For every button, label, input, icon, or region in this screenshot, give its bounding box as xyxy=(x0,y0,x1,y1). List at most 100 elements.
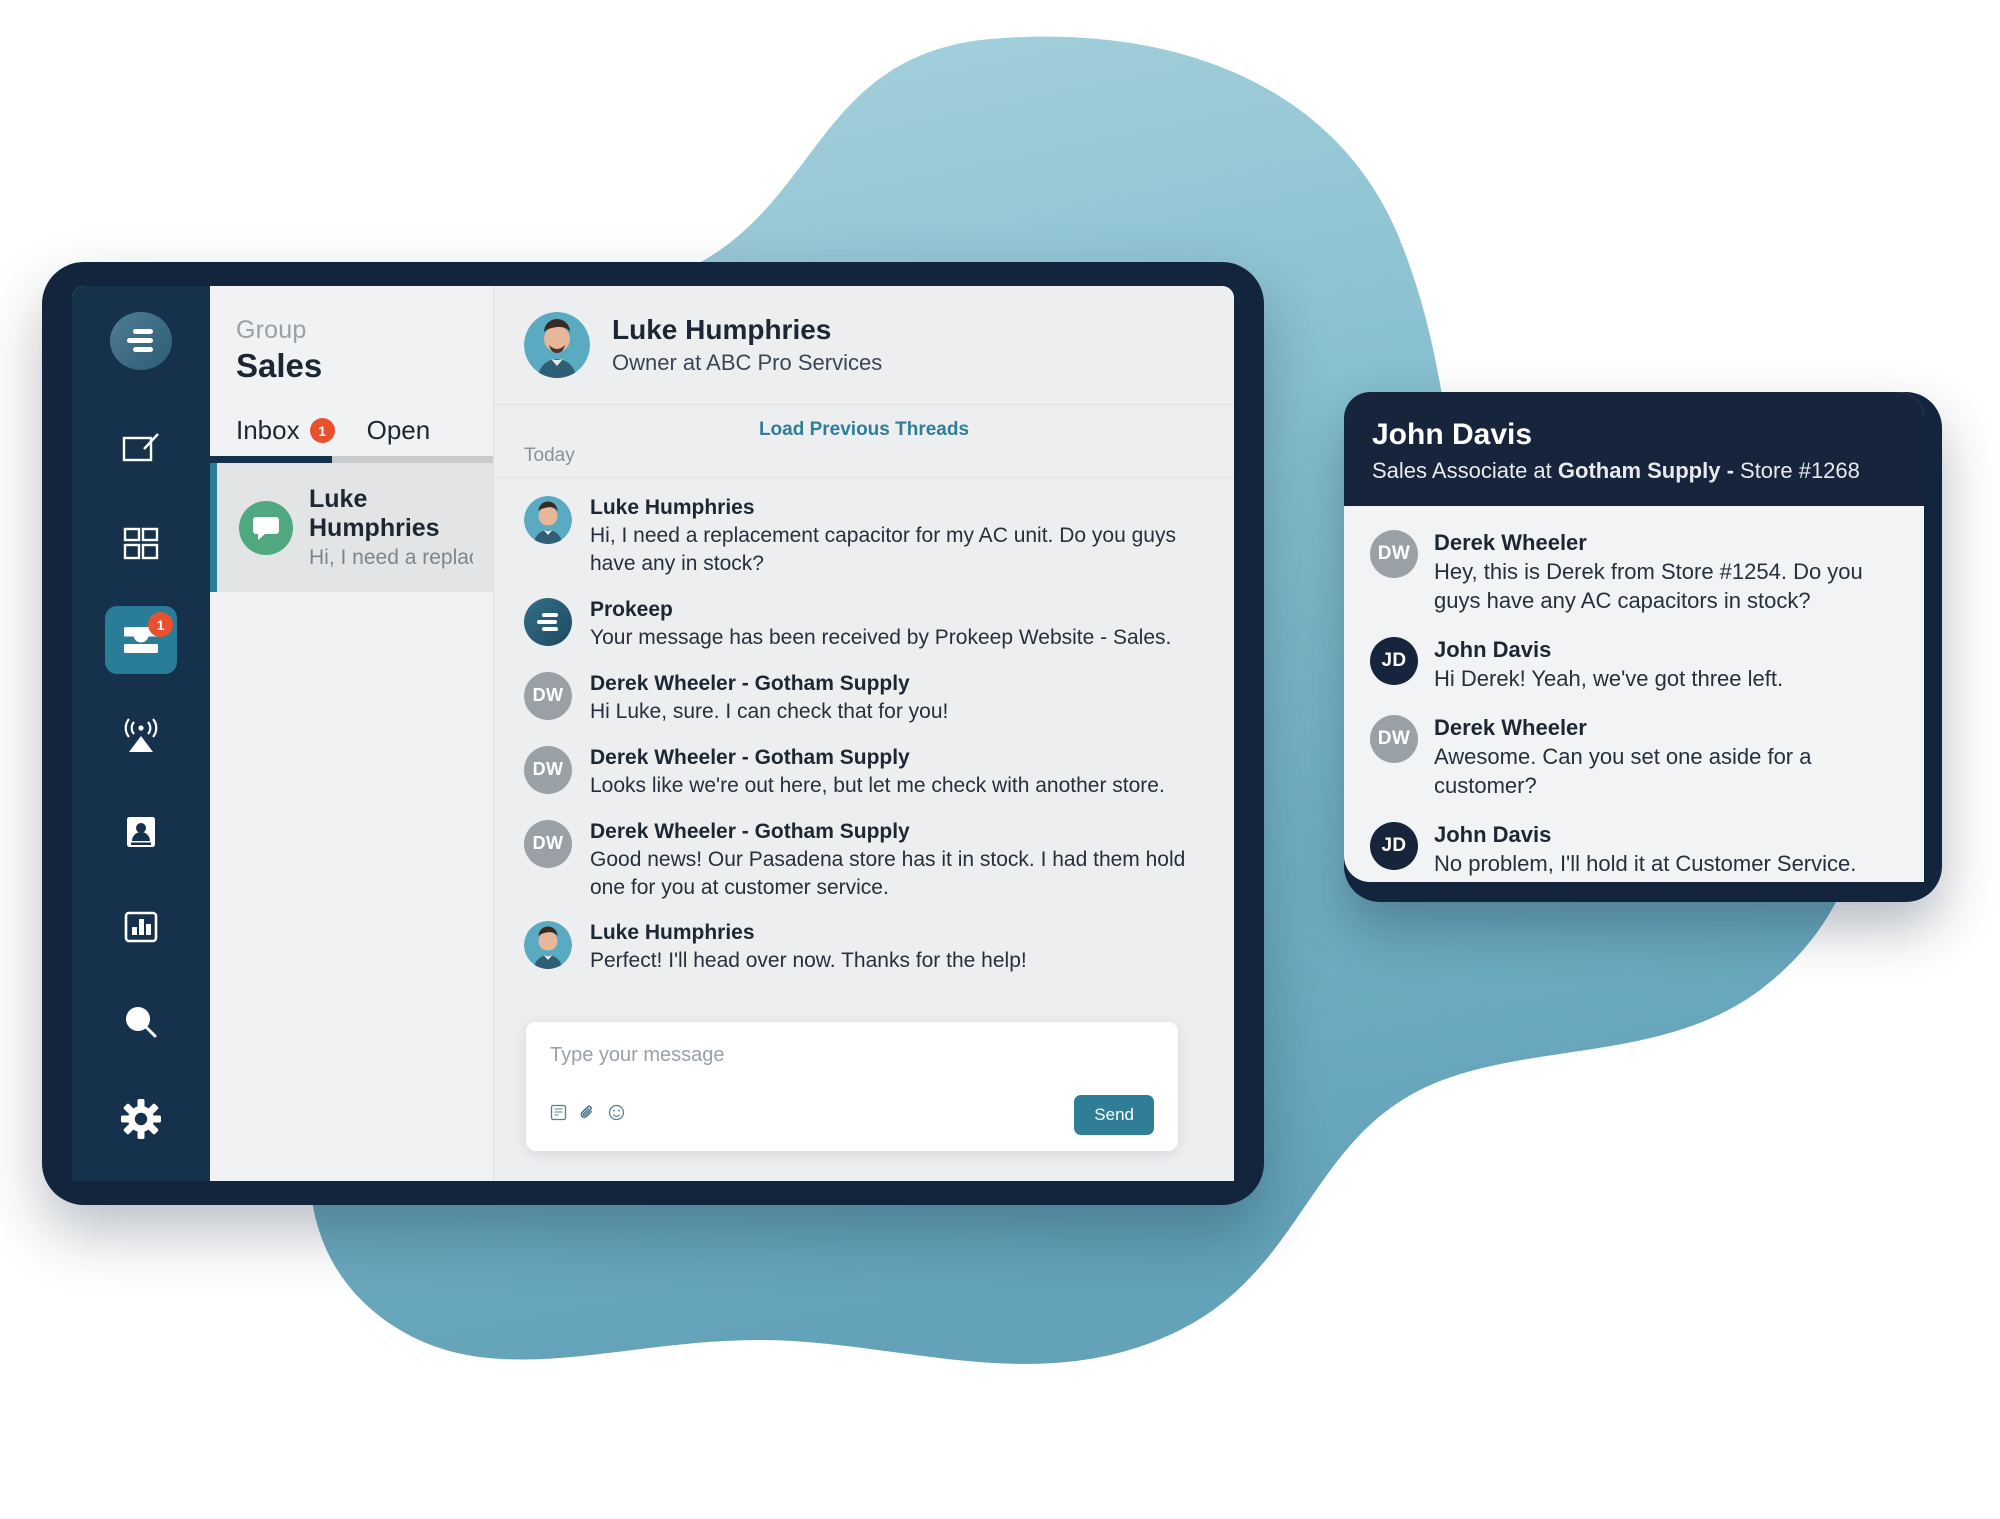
message-input-placeholder[interactable]: Type your message xyxy=(550,1044,1154,1067)
phone-input-bar: Type your message xyxy=(1344,878,1924,882)
message-author: John Davis xyxy=(1434,637,1552,663)
thread-header-text: Luke Humphries Owner at ABC Pro Services xyxy=(612,314,882,376)
avatar-initials: JD xyxy=(1370,637,1418,686)
phone-role-suffix: Store #1268 xyxy=(1740,458,1860,483)
message-body: John Davis Hi Derek! Yeah, we've got thr… xyxy=(1434,637,1783,693)
avatar xyxy=(524,496,572,544)
message-author: Derek Wheeler - Gotham Supply xyxy=(590,745,910,769)
message-author: Luke Humphries xyxy=(590,921,755,945)
screenshot-stage: 1 Group Sales Inbox 1 Open Luke Humphrie… xyxy=(0,0,2000,1519)
phone-screen: John Davis Sales Associate at Gotham Sup… xyxy=(1344,392,1924,882)
message-text: Good news! Our Pasadena store has it in … xyxy=(590,847,1186,899)
message-author: Prokeep xyxy=(590,597,673,621)
message-body: Derek Wheeler - Gotham Supply Looks like… xyxy=(590,746,1165,800)
message-item: DW Derek Wheeler - Gotham Supply Looks l… xyxy=(524,745,1204,800)
message-text: Hi, I need a replacement capacitor for m… xyxy=(590,524,1176,575)
list-item-name: Luke Humphries xyxy=(309,485,440,542)
load-previous-threads-link[interactable]: Load Previous Threads xyxy=(494,405,1234,443)
message-body: Prokeep Your message has been received b… xyxy=(590,598,1171,652)
tab-inactive-track xyxy=(332,456,493,463)
composer-toolbar: Send xyxy=(550,1095,1154,1135)
group-kicker-label: Group xyxy=(236,316,307,344)
inbox-badge: 1 xyxy=(148,612,173,638)
message-body: Derek Wheeler - Gotham Supply Good news!… xyxy=(590,820,1200,902)
send-button[interactable]: Send xyxy=(1074,1095,1154,1135)
avatar-initials: JD xyxy=(1370,822,1418,871)
sidebar-item-dashboard[interactable] xyxy=(105,510,177,578)
message-text: No problem, I'll hold it at Customer Ser… xyxy=(1434,851,1857,877)
message-item: DW Derek Wheeler Hey, this is Derek from… xyxy=(1370,530,1898,615)
inbox-tabs: Inbox 1 Open xyxy=(236,415,467,456)
tab-active-indicator xyxy=(210,456,332,463)
message-author: Derek Wheeler xyxy=(1434,530,1587,555)
message-text: Hi Derek! Yeah, we've got three left. xyxy=(1434,666,1784,692)
message-text: Looks like we're out here, but let me ch… xyxy=(590,773,1165,797)
message-text: Awesome. Can you set one aside for a cus… xyxy=(1434,744,1812,799)
phone-role-prefix: Sales Associate at xyxy=(1372,458,1558,483)
list-item[interactable]: Luke Humphries Hi, I need a replacement.… xyxy=(210,463,493,592)
day-divider: Today xyxy=(494,443,1234,478)
contact-role: Owner at ABC Pro Services xyxy=(612,350,883,375)
message-author: Derek Wheeler xyxy=(1434,715,1587,741)
message-author: Luke Humphries xyxy=(590,496,755,519)
message-item: JD John Davis No problem, I'll hold it a… xyxy=(1370,822,1898,878)
conversation-list-header: Group Sales Inbox 1 Open xyxy=(210,286,493,456)
tab-open-label: Open xyxy=(366,415,431,445)
message-body: Luke Humphries Perfect! I'll head over n… xyxy=(590,921,1027,975)
message-author: Derek Wheeler - Gotham Supply xyxy=(590,671,910,695)
sidebar-item-settings[interactable] xyxy=(105,1085,177,1153)
message-text: Your message has been received by Prokee… xyxy=(590,625,1172,649)
avatar-initials: DW xyxy=(1370,715,1418,764)
thread-column: Luke Humphries Owner at ABC Pro Services… xyxy=(494,286,1234,1181)
sidebar-item-analytics[interactable] xyxy=(105,894,177,962)
thread-header: Luke Humphries Owner at ABC Pro Services xyxy=(494,286,1234,405)
phone-device: John Davis Sales Associate at Gotham Sup… xyxy=(1344,392,1942,902)
tab-underline-indicator xyxy=(210,456,493,463)
avatar xyxy=(524,921,572,970)
message-item: DW Derek Wheeler - Gotham Supply Good ne… xyxy=(524,819,1204,902)
avatar-initials: DW xyxy=(524,819,572,868)
group-name-title: Sales xyxy=(236,347,323,384)
phone-contact-role: Sales Associate at Gotham Supply - Store… xyxy=(1372,458,1896,484)
tab-inbox-badge: 1 xyxy=(309,418,335,443)
message-author: Derek Wheeler - Gotham Supply xyxy=(590,819,910,843)
sidebar-item-contacts[interactable] xyxy=(105,798,177,866)
sidebar-item-inbox[interactable]: 1 xyxy=(105,606,177,674)
list-item-preview: Hi, I need a replacement... xyxy=(309,546,473,569)
message-text: Perfect! I'll head over now. Thanks for … xyxy=(590,949,1027,973)
chat-bubble-icon xyxy=(239,500,293,555)
contact-name: Luke Humphries xyxy=(612,314,832,345)
emoji-smiley-icon[interactable] xyxy=(608,1104,625,1126)
tab-open[interactable]: Open xyxy=(367,415,431,456)
sidebar-nav-rail: 1 xyxy=(72,286,210,1181)
message-item: Luke Humphries Hi, I need a replacement … xyxy=(524,496,1204,578)
avatar-initials: DW xyxy=(524,745,572,794)
sidebar-item-search[interactable] xyxy=(105,989,177,1057)
prokeep-logo-icon xyxy=(110,312,172,371)
tablet-device: 1 Group Sales Inbox 1 Open Luke Humphrie… xyxy=(42,262,1264,1205)
message-item: Luke Humphries Perfect! I'll head over n… xyxy=(524,921,1204,975)
sidebar-item-broadcast[interactable] xyxy=(105,702,177,770)
list-item-body: Luke Humphries Hi, I need a replacement.… xyxy=(309,485,473,570)
paperclip-attach-icon[interactable] xyxy=(579,1104,596,1126)
tab-inbox[interactable]: Inbox 1 xyxy=(236,415,335,456)
message-item: JD John Davis Hi Derek! Yeah, we've got … xyxy=(1370,637,1898,693)
composer-icon-group xyxy=(550,1104,625,1126)
avatar-initials: DW xyxy=(524,671,572,720)
message-item: Prokeep Your message has been received b… xyxy=(524,597,1204,652)
phone-role-store: Gotham Supply - xyxy=(1557,458,1741,483)
message-list: Luke Humphries Hi, I need a replacement … xyxy=(494,478,1234,975)
phone-contact-name: John Davis xyxy=(1372,418,1533,451)
message-body: Derek Wheeler Hey, this is Derek from St… xyxy=(1434,530,1874,615)
template-icon[interactable] xyxy=(550,1104,567,1126)
avatar-initials: DW xyxy=(1370,530,1418,578)
phone-message-list: DW Derek Wheeler Hey, this is Derek from… xyxy=(1344,506,1924,878)
tab-inbox-label: Inbox xyxy=(236,415,300,445)
message-composer: Type your message Send xyxy=(526,1022,1178,1151)
message-author: John Davis xyxy=(1434,822,1552,848)
avatar xyxy=(524,312,590,378)
message-text: Hey, this is Derek from Store #1254. Do … xyxy=(1434,559,1863,614)
prokeep-logo-icon xyxy=(524,597,572,646)
sidebar-item-compose[interactable] xyxy=(105,414,177,482)
message-item: DW Derek Wheeler - Gotham Supply Hi Luke… xyxy=(524,671,1204,726)
